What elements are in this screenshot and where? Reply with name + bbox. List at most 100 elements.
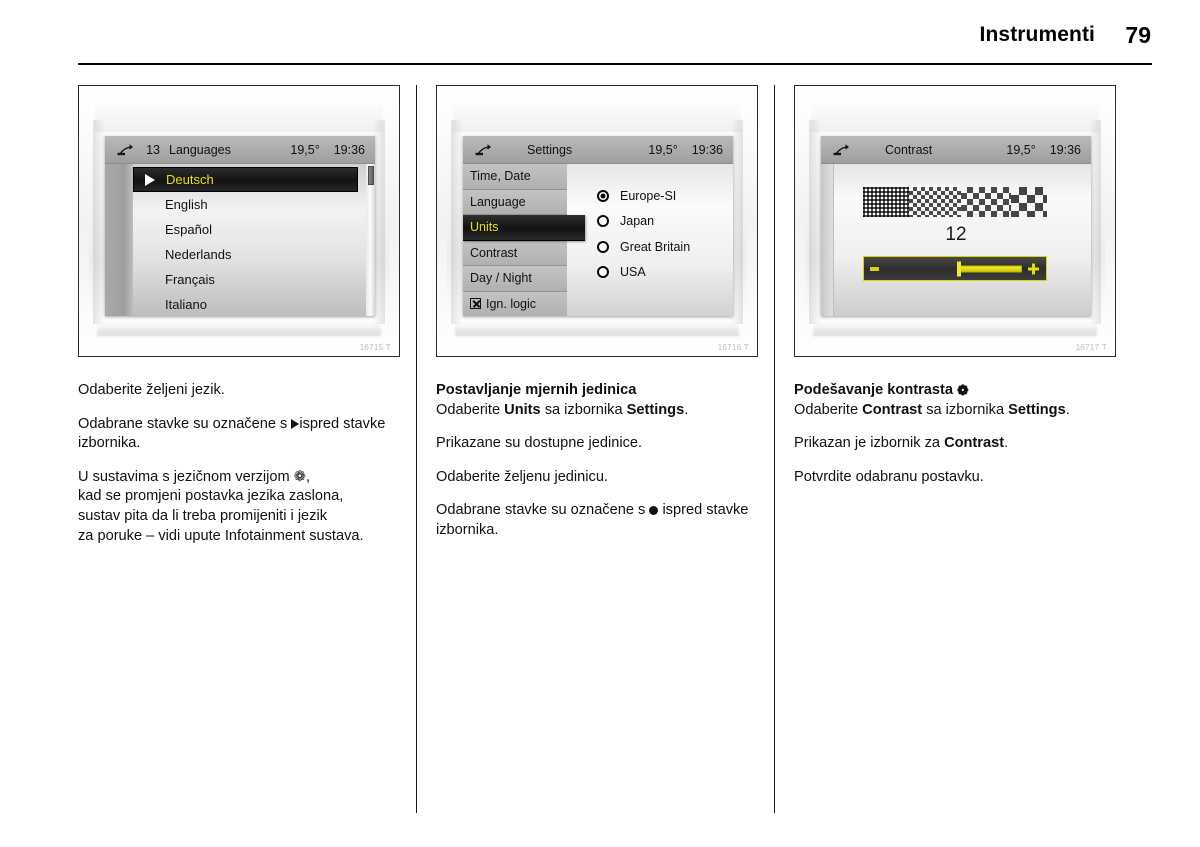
menu-item-units[interactable]: Units (463, 215, 585, 241)
checkbox-checked-icon[interactable] (470, 298, 481, 310)
page-number: 79 (1125, 22, 1151, 48)
lcd-title: Settings (527, 142, 573, 157)
contrast-slider[interactable] (863, 256, 1047, 281)
page-title: Instrumenti (979, 23, 1095, 46)
section-heading: Postavljanje mjernih jedinica (436, 382, 637, 398)
column-2: Settings 19,5° 19:36 Time, Date Language (436, 85, 758, 555)
paragraph-line: kad se promjeni postavka jezika zaslona, (78, 488, 344, 505)
settings-menu[interactable]: Time, Date Language Units Contrast Day / (463, 164, 585, 316)
lcd-body-settings: Time, Date Language Units Contrast Day / (463, 164, 733, 316)
list-item[interactable]: Nederlands (133, 242, 366, 267)
column-3: Contrast 19,5° 19:36 12 16717 T Podešava… (794, 85, 1116, 501)
hood-shadow-bottom (455, 322, 739, 336)
option-label: USA (620, 265, 646, 280)
lcd-left-rail (105, 164, 133, 316)
list-item-selected[interactable]: Deutsch (133, 167, 358, 192)
radio-selected-icon[interactable] (597, 189, 609, 202)
option-label: Great Britain (620, 239, 691, 254)
paragraph-rich: Prikazan je izbornik za Contrast. (794, 434, 1116, 454)
menu-item-label: Day / Night (470, 271, 532, 286)
plus-icon[interactable] (1028, 263, 1039, 274)
option-label: Japan (620, 214, 655, 229)
radio-icon[interactable] (597, 266, 609, 279)
list-item[interactable]: English (133, 192, 366, 217)
option-japan[interactable]: Japan (567, 209, 733, 235)
figure-languages-screen: 13 Languages 19,5° 19:36 Deutsch English… (78, 85, 400, 357)
lcd-clock: 19:36 (1049, 142, 1081, 157)
list-item[interactable]: Français (133, 267, 366, 292)
paragraph-selection-marker: Odabrane stavke su označene s ispred sta… (78, 415, 400, 454)
lcd-menu-index: 13 (146, 142, 160, 157)
paragraph-lead: Odaberite Contrast sa izbornika Settings… (794, 401, 1116, 421)
lead-pre: Odaberite (436, 401, 505, 418)
paragraph-line: za poruke – vidi upute Infotainment sust… (78, 527, 364, 544)
checker-fine (863, 187, 909, 217)
radio-icon[interactable] (597, 240, 609, 253)
menu-item-language[interactable]: Language (463, 189, 567, 215)
column-divider-2 (774, 85, 775, 813)
language-list[interactable]: Deutsch English Español Nederlands Franç (133, 164, 366, 316)
units-options[interactable]: Europe-SI Japan Great Britain USA (567, 164, 733, 316)
column-3-text: Podešavanje kontrasta ❁ Odaberite Contra… (794, 381, 1116, 487)
lead-bold-contrast: Contrast (862, 401, 923, 418)
list-item-label: Nederlands (165, 247, 232, 262)
column-1: 13 Languages 19,5° 19:36 Deutsch English… (78, 85, 400, 560)
option-europe-si[interactable]: Europe-SI (567, 183, 733, 209)
figure-settings-units-screen: Settings 19,5° 19:36 Time, Date Language (436, 85, 758, 357)
slider-knob[interactable] (956, 261, 961, 276)
lcd-titlebar: Contrast 19,5° 19:36 (821, 136, 1091, 164)
lead-pre: Odaberite (794, 401, 863, 418)
menu-item-label: Units (470, 220, 499, 235)
settings-wrench-icon (470, 143, 496, 156)
paragraph-text-before: Odabrane stavke su označene s (436, 502, 646, 519)
section-heading: Podešavanje kontrasta ❁ (794, 381, 1116, 401)
lead-post: . (1065, 401, 1070, 418)
lcd-body-language-list: Deutsch English Español Nederlands Franç (105, 164, 375, 316)
lead-bold-units: Units (504, 401, 541, 418)
paragraph-pre: Prikazan je izbornik za (794, 435, 945, 452)
paragraph-line: U sustavima s jezičnom verzijom ❁, (78, 468, 310, 485)
figure-reference-code: 16716 T (717, 343, 749, 352)
option-label: Europe-SI (620, 188, 677, 203)
lcd-titlebar: 13 Languages 19,5° 19:36 (105, 136, 375, 164)
snowflake-icon: ❁ (957, 382, 969, 398)
checker-coarsest (1011, 187, 1047, 217)
option-great-britain[interactable]: Great Britain (567, 234, 733, 260)
lead-post: . (684, 401, 689, 418)
list-item[interactable]: Español (133, 217, 366, 242)
lead-bold-settings: Settings (1008, 401, 1066, 418)
figure-reference-code: 16715 T (359, 343, 391, 352)
list-item[interactable]: Italiano (133, 292, 366, 316)
dot-marker-icon (649, 505, 659, 515)
list-item-label: Deutsch (166, 172, 214, 187)
lcd-clock: 19:36 (333, 142, 365, 157)
lcd-screen-contrast: Contrast 19,5° 19:36 12 (821, 136, 1091, 316)
lcd-title: Contrast (885, 142, 933, 157)
minus-icon[interactable] (870, 266, 879, 271)
lead-mid: sa izbornika (540, 401, 627, 418)
lcd-screen-languages: 13 Languages 19,5° 19:36 Deutsch English… (105, 136, 375, 316)
figure-reference-code: 16717 T (1075, 343, 1107, 352)
paragraph-multiline: U sustavima s jezičnom verzijom ❁, kad s… (78, 468, 400, 546)
lcd-temperature: 19,5° (290, 142, 320, 157)
figure-contrast-screen: Contrast 19,5° 19:36 12 16717 T (794, 85, 1116, 357)
scrollbar[interactable] (366, 164, 375, 316)
paragraph-bold: Contrast (944, 435, 1005, 452)
menu-item-day-night[interactable]: Day / Night (463, 266, 567, 292)
hood-shadow-left (93, 120, 105, 324)
list-item-label: Italiano (165, 297, 207, 312)
lcd-temperature: 19,5° (1006, 142, 1036, 157)
list-item-label: Español (165, 222, 212, 237)
menu-item-contrast[interactable]: Contrast (463, 240, 567, 266)
menu-item-ign-logic[interactable]: Ign. logic (463, 291, 567, 316)
scrollbar-thumb[interactable] (368, 166, 374, 185)
section-heading-text: Podešavanje kontrasta (794, 382, 953, 398)
content-columns: 13 Languages 19,5° 19:36 Deutsch English… (0, 85, 1200, 825)
paragraph-post: . (1004, 435, 1009, 452)
radio-icon[interactable] (597, 215, 609, 228)
menu-item-time-date[interactable]: Time, Date (463, 164, 567, 190)
option-usa[interactable]: USA (567, 260, 733, 286)
checker-coarse (961, 187, 1011, 217)
settings-wrench-icon (112, 143, 138, 156)
menu-item-label: Time, Date (470, 169, 531, 184)
